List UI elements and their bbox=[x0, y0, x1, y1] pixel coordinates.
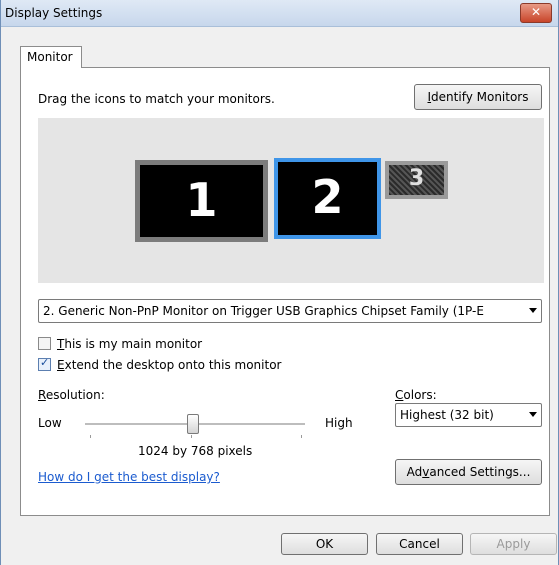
advanced-settings-button[interactable]: Advanced Settings... bbox=[395, 459, 542, 485]
slider-tick bbox=[191, 435, 192, 438]
best-display-help-link[interactable]: How do I get the best display? bbox=[38, 470, 220, 484]
instruction-text: Drag the icons to match your monitors. bbox=[38, 92, 275, 106]
slider-tick bbox=[90, 435, 91, 438]
display-settings-window: Display Settings ✕ Monitor Drag the icon… bbox=[0, 0, 559, 565]
monitor-select[interactable]: 2. Generic Non-PnP Monitor on Trigger US… bbox=[38, 299, 542, 323]
window-title: Display Settings bbox=[5, 6, 103, 20]
tab-monitor[interactable]: Monitor bbox=[20, 46, 82, 68]
title-bar: Display Settings ✕ bbox=[1, 0, 558, 27]
colors-select-value: Highest (32 bit) bbox=[400, 408, 494, 422]
cancel-button[interactable]: Cancel bbox=[376, 533, 463, 555]
close-icon: ✕ bbox=[530, 5, 542, 19]
monitor-3-icon[interactable]: 3 bbox=[385, 161, 448, 199]
identify-monitors-button[interactable]: Identify Monitors bbox=[414, 84, 542, 110]
monitor-1-icon[interactable]: 1 bbox=[135, 160, 268, 242]
monitor-select-value: 2. Generic Non-PnP Monitor on Trigger US… bbox=[43, 304, 484, 318]
resolution-value: 1024 by 768 pixels bbox=[138, 444, 253, 458]
colors-label: Colors: bbox=[395, 388, 437, 402]
monitor-2-icon[interactable]: 2 bbox=[274, 158, 381, 239]
resolution-high-label: High bbox=[325, 416, 353, 430]
extend-desktop-row[interactable]: ✓ Extend the desktop onto this monitor bbox=[38, 356, 281, 372]
close-button[interactable]: ✕ bbox=[520, 3, 552, 23]
checkmark-icon: ✓ bbox=[40, 356, 50, 369]
main-monitor-checkbox[interactable] bbox=[38, 337, 51, 350]
resolution-slider-thumb[interactable] bbox=[187, 414, 199, 434]
monitor-arrangement-area[interactable]: 1 2 3 bbox=[38, 118, 544, 283]
extend-desktop-checkbox[interactable]: ✓ bbox=[38, 356, 51, 371]
main-monitor-row[interactable]: This is my main monitor bbox=[38, 337, 202, 351]
apply-button[interactable]: Apply bbox=[470, 533, 557, 555]
colors-select[interactable]: Highest (32 bit) bbox=[395, 403, 542, 427]
chevron-down-icon bbox=[529, 412, 537, 417]
resolution-low-label: Low bbox=[38, 416, 62, 430]
slider-tick bbox=[301, 435, 302, 438]
resolution-label: Resolution: bbox=[38, 388, 105, 402]
ok-button[interactable]: OK bbox=[281, 533, 368, 555]
chevron-down-icon bbox=[529, 308, 537, 313]
